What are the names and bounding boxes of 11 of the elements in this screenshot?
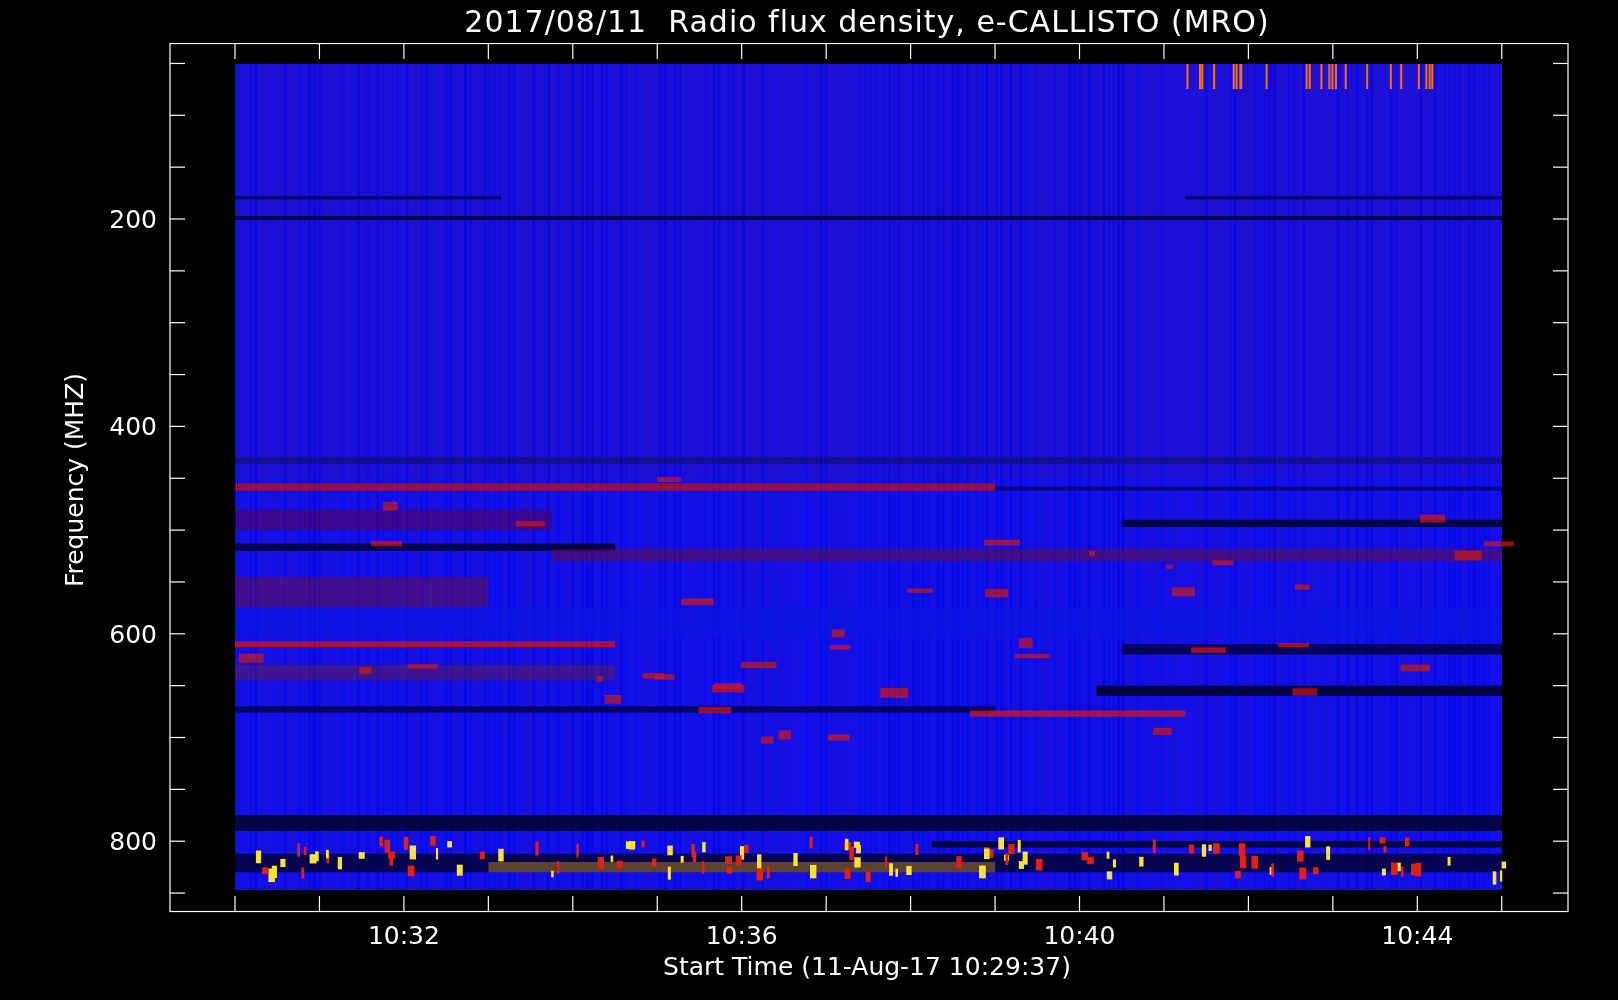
y-tick-label: 200 (109, 205, 157, 234)
y-tick-label: 600 (109, 619, 157, 649)
x-axis-title: Start Time (11-Aug-17 10:29:37) (663, 952, 1071, 981)
y-axis-title: Frequency (MHZ) (60, 372, 89, 588)
chart-title: 2017/08/11 Radio flux density, e-CALLISTO (MRO) (464, 4, 1270, 39)
x-tick-label: 10:32 (367, 921, 440, 950)
y-tick-label: 400 (109, 412, 157, 442)
x-tick-label: 10:40 (1043, 921, 1116, 950)
x-tick-label: 10:44 (1381, 921, 1454, 950)
y-tick-label: 800 (109, 827, 157, 857)
x-tick-label: 10:36 (705, 921, 778, 950)
